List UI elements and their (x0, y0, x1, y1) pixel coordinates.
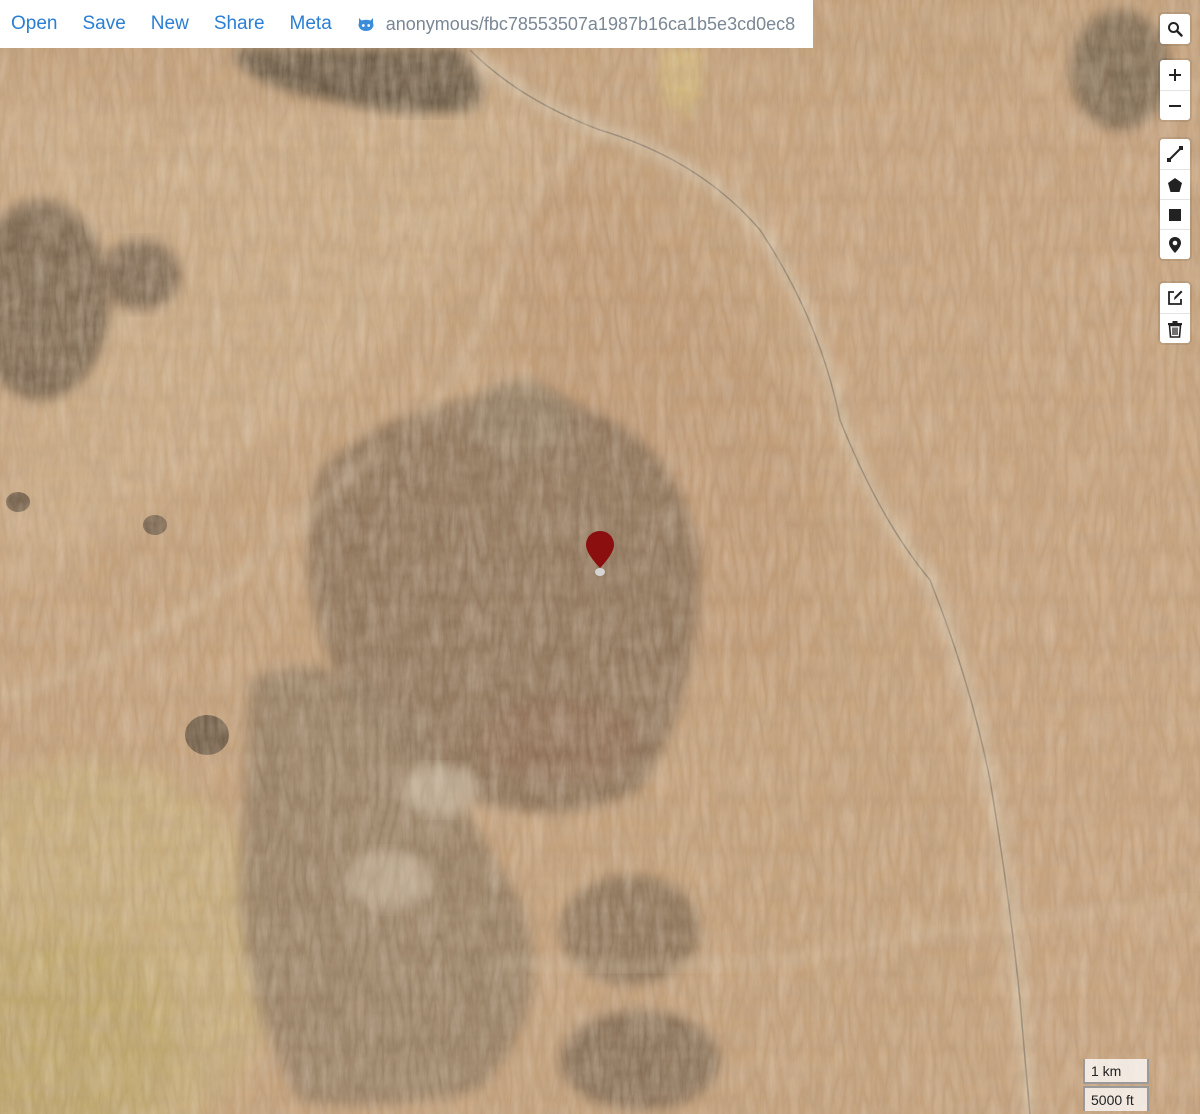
zoom-control (1160, 60, 1190, 120)
draw-rectangle-button[interactable] (1160, 199, 1190, 229)
edit-icon (1168, 290, 1183, 305)
save-menu[interactable]: Save (82, 0, 125, 48)
gist-link[interactable]: anonymous/fbc78553507a1987b16ca1b5e3cd0e… (356, 0, 795, 48)
search-control (1160, 14, 1190, 44)
draw-polygon-button[interactable] (1160, 169, 1190, 199)
trash-icon (1168, 320, 1182, 338)
open-menu[interactable]: Open (11, 0, 57, 48)
map-marker-icon[interactable] (585, 530, 615, 580)
minus-icon (1169, 104, 1181, 107)
share-menu[interactable]: Share (214, 0, 265, 48)
scale-imperial: 5000 ft (1083, 1086, 1149, 1111)
delete-layers-button[interactable] (1160, 313, 1190, 343)
marker-icon (1169, 236, 1181, 253)
polygon-icon (1168, 177, 1182, 192)
zoom-in-button[interactable] (1160, 60, 1190, 90)
plus-icon (1169, 69, 1181, 81)
gist-id-label: anonymous/fbc78553507a1987b16ca1b5e3cd0e… (385, 14, 796, 34)
github-icon (358, 18, 374, 31)
meta-menu[interactable]: Meta (290, 0, 332, 48)
line-icon (1167, 146, 1183, 162)
scale-bar: 1 km 5000 ft (1083, 1059, 1149, 1111)
top-menu-bar: Open Save New Share Meta anonymous/fbc78… (0, 0, 813, 48)
draw-toolbar (1160, 139, 1190, 259)
search-icon (1168, 22, 1183, 37)
new-menu[interactable]: New (151, 0, 189, 48)
edit-layers-button[interactable] (1160, 283, 1190, 313)
draw-marker-button[interactable] (1160, 229, 1190, 259)
scale-metric: 1 km (1083, 1059, 1149, 1084)
search-button[interactable] (1160, 14, 1190, 44)
zoom-out-button[interactable] (1160, 90, 1190, 120)
edit-toolbar (1160, 283, 1190, 343)
satellite-map[interactable] (0, 0, 1200, 1114)
rectangle-icon (1169, 208, 1181, 221)
draw-line-button[interactable] (1160, 139, 1190, 169)
